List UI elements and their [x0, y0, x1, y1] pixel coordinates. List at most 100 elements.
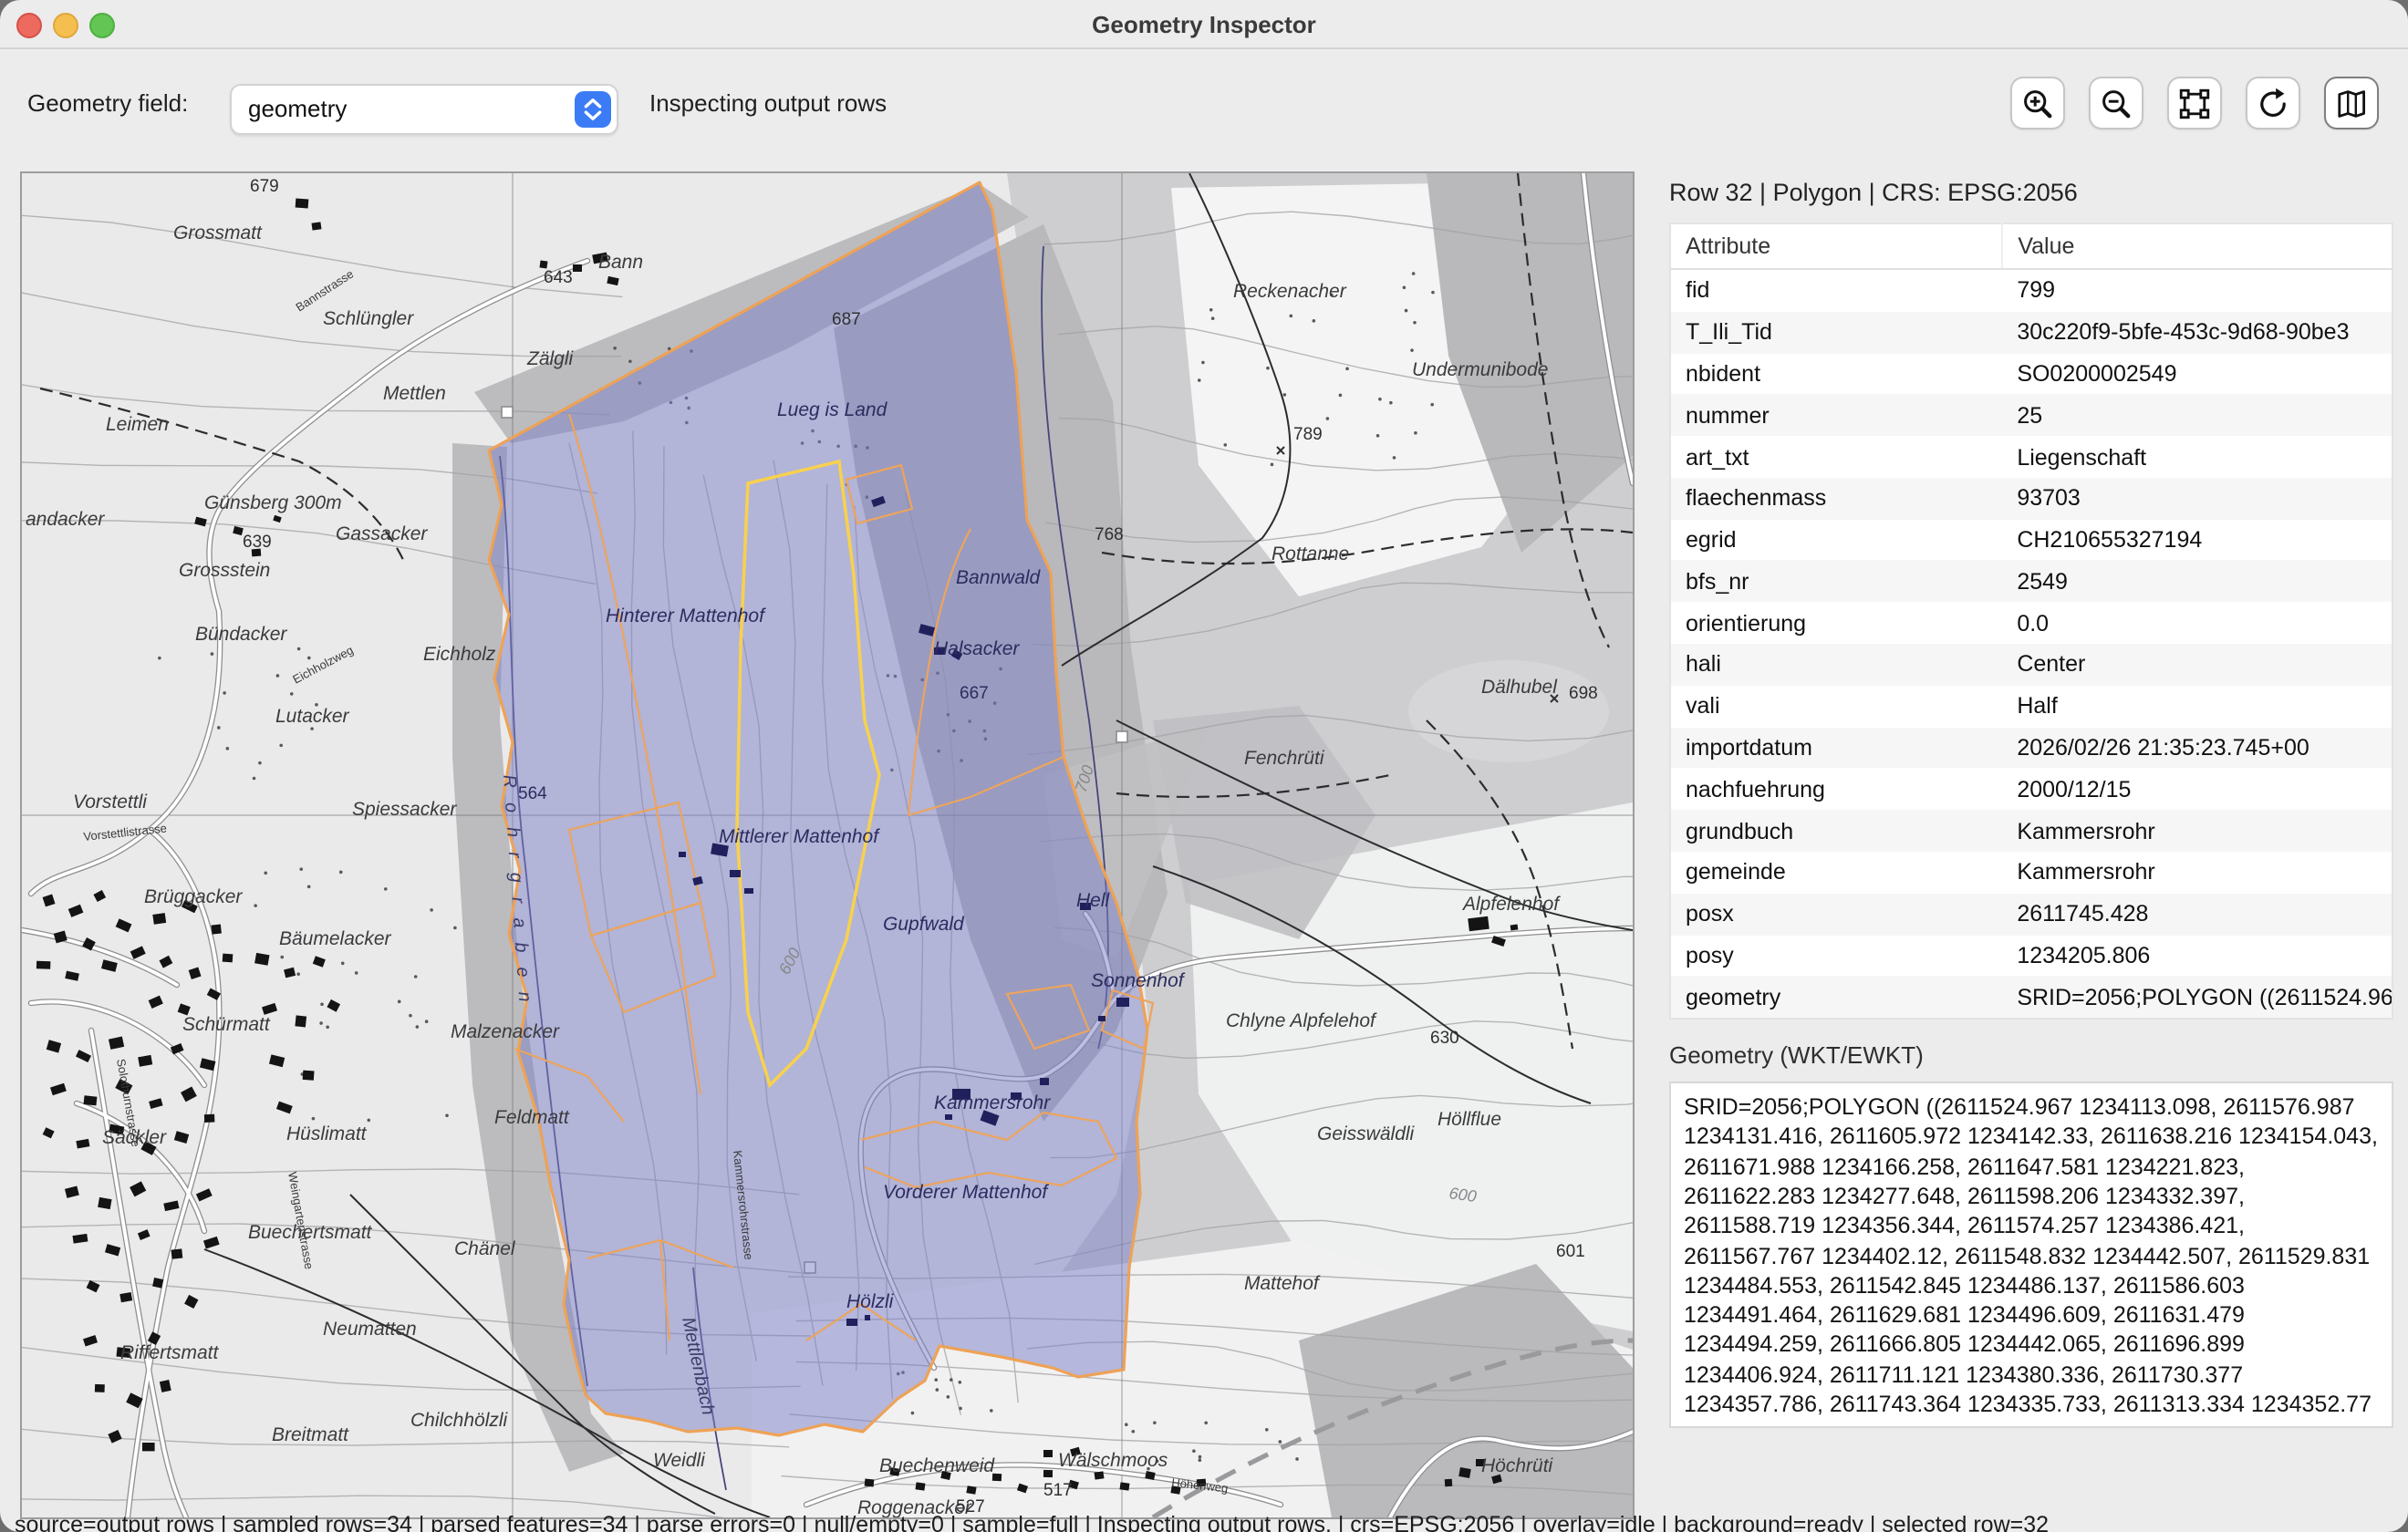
map-label: Mittlerer Mattenhof — [719, 826, 880, 847]
geometry-field-select[interactable]: geometry — [230, 84, 618, 135]
attr-name-cell: vali — [1670, 686, 2002, 728]
attr-name-cell: grundbuch — [1670, 810, 2002, 852]
map-label: 687 — [832, 310, 861, 329]
zoom-out-button[interactable] — [2089, 77, 2143, 129]
table-row: nbidentSO0200002549 — [1670, 353, 2392, 395]
map-label: Chilchhölzli — [410, 1410, 509, 1431]
map-label: Undermunibode — [1412, 359, 1548, 380]
geometry-field-label: Geometry field: — [27, 89, 188, 117]
attr-name-cell: geometry — [1670, 977, 2002, 1020]
window-title: Geometry Inspector — [0, 0, 2408, 47]
map-label: Bann — [598, 252, 643, 273]
table-row: gemeindeKammersrohr — [1670, 852, 2392, 894]
map-label: Wälschmoos — [1058, 1450, 1168, 1471]
column-header-value: Value — [2002, 223, 2392, 269]
attr-value-cell: 2611745.428 — [2002, 893, 2392, 935]
attribute-table: Attribute Value fid799T_Ili_Tid30c220f9-… — [1669, 223, 2393, 1020]
attr-value-cell: 2000/12/15 — [2002, 769, 2392, 811]
attr-value-cell: CH210655327194 — [2002, 519, 2392, 561]
map-label: Mattehof — [1244, 1273, 1321, 1294]
map-label: Geisswäldli — [1317, 1123, 1416, 1144]
map-label: Brüggacker — [144, 886, 243, 907]
map-label: Hüslimatt — [286, 1123, 368, 1144]
map-label: Hell — [1076, 890, 1111, 911]
attr-name-cell: bfs_nr — [1670, 561, 2002, 603]
attr-value-cell: 0.0 — [2002, 603, 2392, 645]
attr-name-cell: gemeinde — [1670, 852, 2002, 894]
attr-value-cell: Kammersrohr — [2002, 810, 2392, 852]
selection-frame-icon — [2176, 85, 2213, 121]
attr-name-cell: nbident — [1670, 353, 2002, 395]
map-label: Riffertsmatt — [120, 1342, 220, 1363]
magnifier-plus-icon — [2019, 85, 2056, 121]
attr-name-cell: hali — [1670, 644, 2002, 686]
wkt-section-label: Geometry (WKT/EWKT) — [1669, 1041, 2393, 1069]
map-label: Grossmatt — [173, 223, 263, 243]
map-label: 698 — [1569, 684, 1598, 703]
status-text: source=output rows | sampled rows=34 | p… — [15, 1512, 2049, 1532]
map-label: Gupfwald — [883, 914, 965, 935]
map-label: 768 — [1095, 525, 1124, 544]
map-label: Bannwald — [956, 567, 1042, 588]
map-label: Zälgli — [526, 348, 575, 369]
map-label: Höllflue — [1438, 1109, 1501, 1130]
attr-name-cell: nummer — [1670, 395, 2002, 437]
refresh-button[interactable] — [2246, 77, 2300, 129]
attr-name-cell: posx — [1670, 893, 2002, 935]
table-row: orientierung0.0 — [1670, 603, 2392, 645]
table-row: T_Ili_Tid30c220f9-5bfe-453c-9d68-90be3 — [1670, 312, 2392, 354]
zoom-in-button[interactable] — [2010, 77, 2065, 129]
map-label: 600 — [1448, 1184, 1478, 1206]
map-canvas[interactable]: 679GrossmattBann643SchlünglerZälgliMettl… — [22, 173, 1633, 1517]
attr-value-cell: 93703 — [2002, 478, 2392, 520]
table-row: valiHalf — [1670, 686, 2392, 728]
column-header-attribute: Attribute — [1670, 223, 2002, 269]
table-row: posy1234205.806 — [1670, 935, 2392, 977]
map-label: Bäumelacker — [279, 928, 392, 949]
geometry-field-value: geometry — [248, 95, 347, 122]
basemap-toggle-button[interactable] — [2324, 77, 2379, 129]
attr-value-cell: SRID=2056;POLYGON ((2611524.967 1234113.… — [2002, 977, 2392, 1020]
table-row: fid799 — [1670, 269, 2392, 312]
map-view[interactable]: 679GrossmattBann643SchlünglerZälgliMettl… — [20, 171, 1635, 1519]
inspector-panel: Row 32 | Polygon | CRS: EPSG:2056 Attrib… — [1669, 171, 2393, 1516]
map-label: Spiessacker — [352, 799, 457, 820]
map-label: 789 — [1293, 425, 1323, 444]
map-label: Chänel — [454, 1238, 516, 1259]
map-label: Neumatten — [323, 1319, 417, 1340]
map-label: Malzenacker — [451, 1021, 560, 1042]
map-label: Halsacker — [934, 638, 1020, 659]
titlebar: Geometry Inspector — [0, 0, 2408, 49]
map-label: Hinterer Mattenhof — [606, 606, 766, 626]
map-label: 564 — [518, 784, 547, 803]
wkt-text-box[interactable]: SRID=2056;POLYGON ((2611524.967 1234113.… — [1669, 1082, 2393, 1428]
map-label: andacker — [26, 509, 105, 530]
desktop: Geometry Inspector Geometry field: geome… — [0, 0, 2408, 1532]
attr-value-cell: 799 — [2002, 269, 2392, 312]
table-row: geometrySRID=2056;POLYGON ((2611524.967 … — [1670, 977, 2392, 1020]
map-label: Günsberg 300m — [204, 492, 342, 513]
toolbar-button-group — [2010, 77, 2379, 129]
attr-value-cell: 1234205.806 — [2002, 935, 2392, 977]
table-row: nachfuehrung2000/12/15 — [1670, 769, 2392, 811]
map-label: Vorderer Mattenhof — [883, 1182, 1049, 1203]
fit-extent-button[interactable] — [2167, 77, 2222, 129]
attr-name-cell: nachfuehrung — [1670, 769, 2002, 811]
attr-value-cell: SO0200002549 — [2002, 353, 2392, 395]
attr-name-cell: T_Ili_Tid — [1670, 312, 2002, 354]
map-label: 679 — [250, 177, 279, 196]
attr-value-cell: 2026/02/26 21:35:23.745+00 — [2002, 727, 2392, 769]
table-row: importdatum2026/02/26 21:35:23.745+00 — [1670, 727, 2392, 769]
magnifier-minus-icon — [2098, 85, 2134, 121]
map-label: 639 — [243, 533, 272, 552]
attr-value-cell: Half — [2002, 686, 2392, 728]
map-label: Lutacker — [275, 706, 350, 727]
map-label: Schlüngler — [323, 308, 414, 329]
map-label: 630 — [1430, 1029, 1459, 1048]
map-label: Gassacker — [336, 523, 428, 544]
map-label: Kammersrohr — [934, 1092, 1051, 1113]
attr-name-cell: posy — [1670, 935, 2002, 977]
table-row: flaechenmass93703 — [1670, 478, 2392, 520]
app-window: Geometry Inspector Geometry field: geome… — [0, 0, 2408, 1532]
map-label: Bündacker — [195, 624, 287, 645]
